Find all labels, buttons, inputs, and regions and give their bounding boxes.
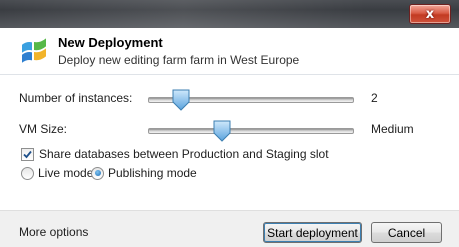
live-mode-radio[interactable] [21,166,34,180]
vm-size-value: Medium [371,122,414,136]
windows-logo-icon [22,38,46,63]
publishing-mode-label: Publishing mode [108,166,197,180]
vm-size-label: VM Size: [19,122,68,136]
close-icon: x [425,6,435,22]
instances-label: Number of instances: [19,91,133,105]
share-databases-label: Share databases between Production and S… [39,147,329,161]
title-bar[interactable]: x [0,0,459,28]
live-mode-option[interactable]: Live mode [21,166,93,180]
start-deployment-button[interactable]: Start deployment [263,222,362,243]
dialog-subtitle: Deploy new editing farm farm in West Eur… [58,53,300,67]
vm-size-slider[interactable] [148,120,354,142]
title-bar-glass [0,0,459,28]
vm-size-slider-thumb[interactable] [212,120,232,142]
instances-value: 2 [371,91,378,105]
dialog-title: New Deployment [58,35,163,50]
publishing-mode-option[interactable]: Publishing mode [91,166,197,180]
close-button[interactable]: x [409,4,451,24]
publishing-mode-radio[interactable] [91,166,104,180]
radio-selected-dot [94,170,101,176]
dialog-header: New Deployment Deploy new editing farm f… [0,28,459,75]
live-mode-label: Live mode [38,166,94,180]
share-databases-checkbox[interactable] [21,147,34,161]
instances-slider-thumb[interactable] [171,89,191,111]
checkmark-icon [23,150,32,158]
cancel-button[interactable]: Cancel [371,222,442,243]
instances-slider[interactable] [148,89,354,111]
settings-panel: Number of instances: 2 VM Size: Medium S… [0,75,459,210]
more-options-link[interactable]: More options [19,225,88,239]
dialog-footer: More options Start deployment Cancel [0,210,459,247]
vm-size-slider-track [148,128,354,134]
share-databases-option[interactable]: Share databases between Production and S… [21,147,329,161]
